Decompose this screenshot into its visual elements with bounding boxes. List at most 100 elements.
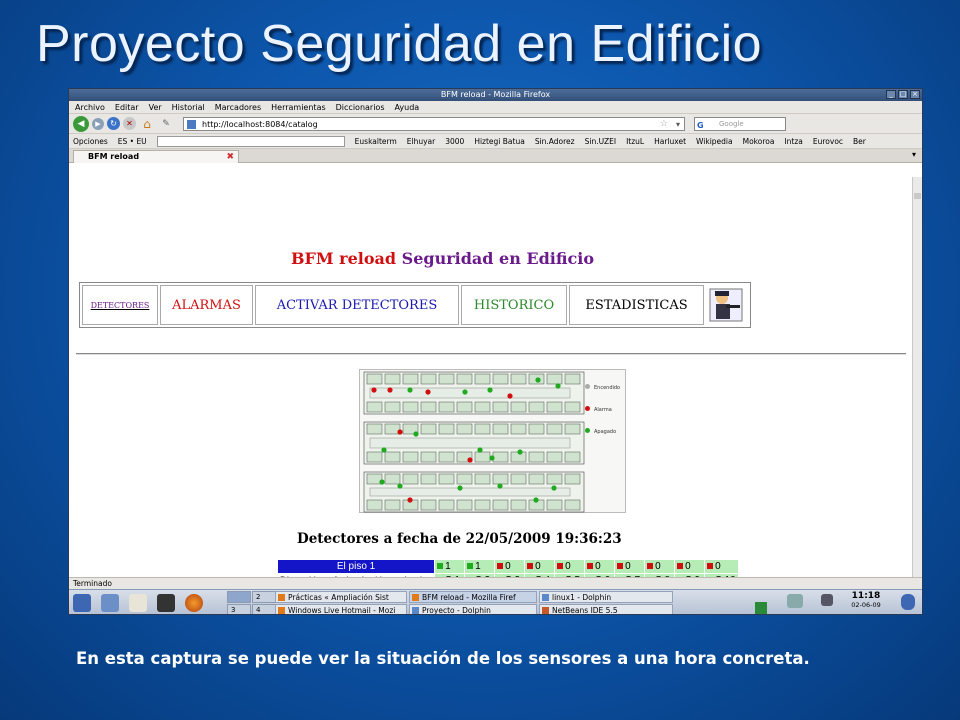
desktop-icon[interactable] (129, 594, 147, 612)
legend-dot-icon (585, 406, 590, 411)
bookmark-intza[interactable]: Intza (784, 134, 802, 148)
status-square-icon (677, 563, 684, 570)
desktop-4[interactable]: 4 (252, 604, 276, 614)
usb-icon[interactable] (787, 594, 803, 608)
firefox-icon[interactable] (185, 594, 203, 612)
bookmark-sin-adorez[interactable]: Sin.Adorez (535, 134, 575, 148)
menu-diccionarios[interactable]: Diccionarios (336, 101, 385, 113)
address-dropdown-icon[interactable]: ▾ (676, 118, 680, 131)
bookmark-elhuyar[interactable]: Elhuyar (407, 134, 435, 148)
forward-icon[interactable]: ▶ (92, 117, 104, 130)
window-titlebar[interactable]: BFM reload - Mozilla Firefox _ □ × (69, 89, 922, 101)
slide-title: Proyecto Seguridad en Edificio (36, 15, 763, 73)
home-icon[interactable]: ⌂ (139, 116, 155, 132)
reload-icon[interactable]: ↻ (107, 117, 120, 130)
nav-historico[interactable]: HISTORICO (461, 285, 567, 325)
scrollbar-thumb[interactable] (914, 193, 921, 199)
address-bar[interactable]: http://localhost:8084/catalog ☆ ▾ (183, 116, 685, 131)
network-icon[interactable] (755, 602, 767, 614)
nav-estadisticas[interactable]: ESTADISTICAS (569, 285, 704, 325)
menu-ayuda[interactable]: Ayuda (394, 101, 419, 113)
task-practicas-label: Prácticas « Ampliación Sist (288, 593, 389, 602)
detector-value: 0 (715, 561, 721, 572)
menu-archivo[interactable]: Archivo (75, 101, 105, 113)
vertical-scrollbar[interactable] (912, 177, 922, 577)
bookmark-ber[interactable]: Ber (853, 134, 866, 148)
task-linux1-dolphin[interactable]: linux1 - Dolphin (539, 591, 673, 603)
tab-bar: BFM reload ✖ ▾ (69, 149, 922, 163)
menu-editar[interactable]: Editar (115, 101, 139, 113)
task-netbeans[interactable]: NetBeans IDE 5.5 (539, 604, 673, 614)
legend-label: Encendido (594, 385, 621, 391)
status-square-icon (557, 563, 564, 570)
status-square-icon (647, 563, 654, 570)
nav-detectores[interactable]: DETECTORES (82, 285, 158, 325)
bookmark-harluxet[interactable]: Harluxet (654, 134, 686, 148)
desktop-1[interactable] (227, 591, 251, 603)
search-input[interactable]: G Google (694, 116, 786, 131)
clock[interactable]: 11:18 02-06-09 (844, 591, 888, 609)
desktop-3[interactable]: 3 (227, 604, 251, 614)
translate-input[interactable] (156, 136, 345, 147)
bookmark-euskalterm[interactable]: Euskalterm (355, 134, 397, 148)
back-icon[interactable]: ◀ (73, 115, 89, 132)
stop-icon[interactable]: ✕ (123, 117, 136, 130)
maximize-icon[interactable]: □ (898, 90, 908, 99)
bookmark-sin-uzei[interactable]: Sin.UZEI (585, 134, 616, 148)
detector-value-cell: 0 (525, 560, 555, 573)
task-practicas[interactable]: Prácticas « Ampliación Sist (275, 591, 407, 603)
menu-ver[interactable]: Ver (149, 101, 162, 113)
menu-herramientas[interactable]: Herramientas (271, 101, 326, 113)
status-square-icon (587, 563, 594, 570)
legend-item: Alarma (585, 399, 620, 421)
bookmark-opciones[interactable]: Opciones (73, 134, 108, 148)
task-hotmail[interactable]: Windows Live Hotmail - Mozi (275, 604, 407, 614)
detector-value-cell: 1 (465, 560, 495, 573)
bookmark-hiztegi-batua[interactable]: Hiztegi Batua (474, 134, 524, 148)
bookmark-eurovoc[interactable]: Eurovoc (813, 134, 843, 148)
detector-value: 0 (625, 561, 631, 572)
task-bfm-reload[interactable]: BFM reload - Mozilla Firef (409, 591, 537, 603)
window-title: BFM reload - Mozilla Firefox (440, 90, 551, 99)
storage-icon[interactable] (901, 594, 915, 610)
bookmark-es-eu[interactable]: ES • EU (118, 134, 147, 148)
detector-value-cell: 0 (675, 560, 705, 573)
task-proyecto-dolphin[interactable]: Proyecto - Dolphin (409, 604, 537, 614)
detector-value-cell: 1 (435, 560, 465, 573)
horizontal-divider (76, 353, 906, 355)
detector-value: 0 (535, 561, 541, 572)
bookmark-tool-icon[interactable]: ✎ (158, 116, 174, 132)
nav-activar-label: ACTIVAR DETECTORES (276, 297, 438, 313)
volume-icon[interactable] (821, 594, 833, 606)
bookmark-3000[interactable]: 3000 (445, 134, 464, 148)
legend-label: Alarma (594, 407, 612, 413)
heading-seguridad: Seguridad en Edificio (401, 249, 594, 268)
status-square-icon (437, 563, 444, 570)
status-text: Terminado (73, 579, 112, 588)
menu-marcadores[interactable]: Marcadores (215, 101, 261, 113)
kde-menu-icon[interactable] (73, 594, 91, 612)
bookmark-star-icon[interactable]: ☆ (660, 118, 668, 131)
desktop-pager: 2 3 4 (227, 591, 276, 614)
security-guard-icon[interactable] (706, 285, 746, 325)
terminal-icon[interactable] (157, 594, 175, 612)
nav-activar-detectores[interactable]: ACTIVAR DETECTORES (255, 285, 459, 325)
bookmark-itzul[interactable]: ItzuL (626, 134, 644, 148)
tab-list-icon[interactable]: ▾ (912, 150, 916, 159)
task-bfm-label: BFM reload - Mozilla Firef (422, 593, 516, 602)
close-icon[interactable]: × (910, 90, 920, 99)
bookmark-wikipedia[interactable]: Wikipedia (696, 134, 733, 148)
bookmark-mokoroa[interactable]: Mokoroa (743, 134, 775, 148)
taskbar: 2 3 4 Prácticas « Ampliación Sist BFM re… (69, 589, 922, 614)
detector-value-cell: 0 (615, 560, 645, 573)
desktop-2[interactable]: 2 (252, 591, 276, 603)
system-icon[interactable] (101, 594, 119, 612)
tab-bfm-reload[interactable]: BFM reload ✖ (73, 150, 239, 163)
menu-historial[interactable]: Historial (172, 101, 205, 113)
minimize-icon[interactable]: _ (886, 90, 896, 99)
nav-alarmas[interactable]: ALARMAS (160, 285, 253, 325)
page-content: BFM reload Seguridad en Edificio DETECTO… (69, 177, 914, 614)
main-navigation: DETECTORES ALARMAS ACTIVAR DETECTORES HI… (79, 282, 751, 328)
tab-close-icon[interactable]: ✖ (226, 151, 234, 163)
detector-value: 0 (655, 561, 661, 572)
